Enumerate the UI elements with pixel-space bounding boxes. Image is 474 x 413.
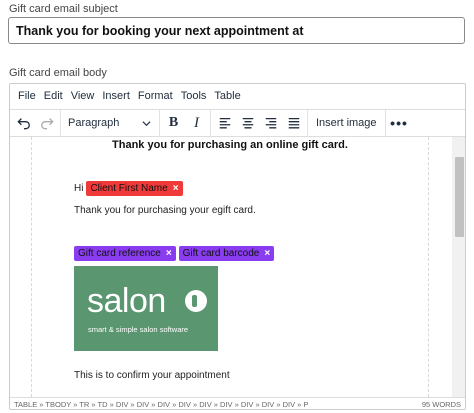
editor-content[interactable]: Thank you for purchasing an online gift … <box>10 137 452 397</box>
merge-tag-label: Gift card reference <box>78 248 161 259</box>
text-style-group: B I <box>160 110 211 136</box>
close-icon[interactable]: × <box>173 183 179 194</box>
confirm-line: This is to confirm your appointment <box>74 370 230 381</box>
toolbar: Paragraph B I Insert image ••• <box>10 109 465 137</box>
align-right-icon <box>265 117 276 129</box>
menubar: File Edit View Insert Format Tools Table <box>10 84 465 109</box>
menu-tools[interactable]: Tools <box>177 84 211 109</box>
merge-tag-label: Gift card barcode <box>182 248 260 259</box>
align-justify-button[interactable] <box>282 110 305 136</box>
block-format-label: Paragraph <box>68 117 120 129</box>
redo-icon <box>40 118 54 130</box>
insert-group: Insert image <box>308 110 386 136</box>
insert-image-button[interactable]: Insert image <box>310 110 383 136</box>
merge-tag-gift-card-barcode[interactable]: Gift card barcode × <box>178 246 275 261</box>
logo-tagline: smart & simple salon software <box>88 325 189 334</box>
close-icon[interactable]: × <box>166 248 172 259</box>
word-count[interactable]: 95 WORDS <box>422 400 461 409</box>
history-group <box>10 110 61 136</box>
menu-edit[interactable]: Edit <box>40 84 67 109</box>
menu-view[interactable]: View <box>67 84 99 109</box>
gift-card-tags-row: Gift card reference × Gift card barcode … <box>74 246 277 261</box>
editor-scrollbar[interactable] <box>452 137 465 397</box>
alignment-group <box>211 110 308 136</box>
italic-icon: I <box>194 114 199 131</box>
merge-tag-client-first-name[interactable]: Client First Name × <box>86 181 183 196</box>
menu-insert[interactable]: Insert <box>98 84 134 109</box>
undo-button[interactable] <box>12 110 35 136</box>
logo-i-icon <box>185 290 207 312</box>
menu-file[interactable]: File <box>14 84 40 109</box>
redo-button[interactable] <box>35 110 58 136</box>
logo-wordmark: salon <box>87 282 166 320</box>
more-button[interactable]: ••• <box>388 110 411 136</box>
merge-tag-label: Client First Name <box>90 183 168 194</box>
align-center-button[interactable] <box>236 110 259 136</box>
chevron-down-icon <box>142 120 151 126</box>
bold-button[interactable]: B <box>162 110 185 136</box>
greeting-row: Hi Client First Name × <box>74 181 186 196</box>
more-group: ••• <box>386 110 413 136</box>
bold-icon: B <box>168 115 179 130</box>
align-left-button[interactable] <box>213 110 236 136</box>
email-page: Thank you for purchasing an online gift … <box>31 137 429 397</box>
element-path[interactable]: TABLE » TBODY » TR » TD » DIV » DIV » DI… <box>14 400 308 409</box>
merge-tag-gift-card-reference[interactable]: Gift card reference × <box>74 246 176 261</box>
close-icon[interactable]: × <box>264 248 270 259</box>
thank-you-line: Thank you for purchasing your egift card… <box>74 205 256 216</box>
block-format-group: Paragraph <box>61 110 160 136</box>
salon-logo-image[interactable]: salon smart & simple salon software <box>74 266 218 351</box>
email-heading: Thank you for purchasing an online gift … <box>112 139 348 151</box>
align-right-button[interactable] <box>259 110 282 136</box>
rich-text-editor: File Edit View Insert Format Tools Table… <box>9 83 466 410</box>
align-center-icon <box>242 117 253 129</box>
align-left-icon <box>219 117 230 129</box>
menu-format[interactable]: Format <box>134 84 177 109</box>
body-label: Gift card email body <box>9 67 107 79</box>
greeting-text: Hi <box>74 183 84 194</box>
undo-icon <box>16 118 30 130</box>
block-format-select[interactable]: Paragraph <box>63 110 157 136</box>
subject-label: Gift card email subject <box>9 3 118 15</box>
statusbar: TABLE » TBODY » TR » TD » DIV » DIV » DI… <box>10 397 465 409</box>
scrollbar-thumb[interactable] <box>455 157 464 237</box>
more-icon: ••• <box>390 115 408 131</box>
align-justify-icon <box>288 117 299 129</box>
subject-input[interactable] <box>8 17 465 44</box>
menu-table[interactable]: Table <box>210 84 244 109</box>
italic-button[interactable]: I <box>185 110 208 136</box>
